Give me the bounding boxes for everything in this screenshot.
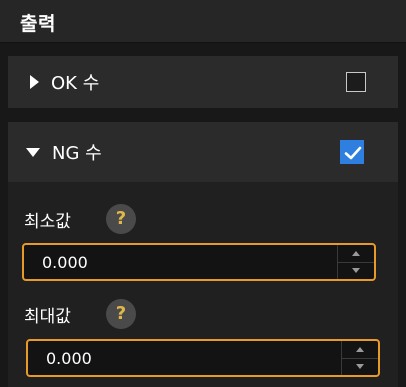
panel-title: 출력	[20, 13, 56, 35]
collapse-down-icon[interactable]	[26, 147, 40, 157]
panel-header: 출력	[0, 0, 406, 43]
ok-count-label: OK 수	[51, 73, 100, 94]
min-decrement-button[interactable]	[338, 262, 374, 279]
ng-count-label: NG 수	[52, 143, 102, 164]
min-value-label: 최소값	[24, 212, 71, 232]
max-value-input[interactable]: 0.000	[26, 339, 380, 377]
min-value-spinner[interactable]	[337, 245, 374, 279]
max-help-icon[interactable]: ?	[106, 299, 136, 329]
max-value-text: 0.000	[46, 349, 92, 368]
ng-count-checkbox[interactable]	[340, 140, 364, 164]
expand-right-icon[interactable]	[30, 75, 39, 89]
min-value-input[interactable]: 0.000	[22, 243, 376, 281]
max-decrement-button[interactable]	[342, 358, 378, 375]
section-ok-header[interactable]: OK 수	[8, 56, 398, 108]
arrow-down-icon	[356, 364, 364, 369]
section-ng-header[interactable]: NG 수	[8, 122, 398, 182]
arrow-up-icon	[356, 347, 364, 352]
arrow-up-icon	[352, 251, 360, 256]
max-increment-button[interactable]	[342, 341, 378, 359]
ng-count-settings: 최소값 ? 0.000 최대값 ? 0.000	[8, 182, 398, 387]
min-increment-button[interactable]	[338, 245, 374, 263]
min-help-icon[interactable]: ?	[106, 204, 136, 234]
section-ng-count[interactable]: NG 수	[8, 122, 398, 182]
min-value-text: 0.000	[42, 253, 88, 272]
arrow-down-icon	[352, 268, 360, 273]
max-value-label: 최대값	[24, 307, 71, 327]
max-value-spinner[interactable]	[341, 341, 378, 375]
checkmark-icon	[344, 146, 362, 160]
ok-count-checkbox[interactable]	[346, 72, 366, 92]
section-ok-count[interactable]: OK 수	[8, 56, 398, 108]
